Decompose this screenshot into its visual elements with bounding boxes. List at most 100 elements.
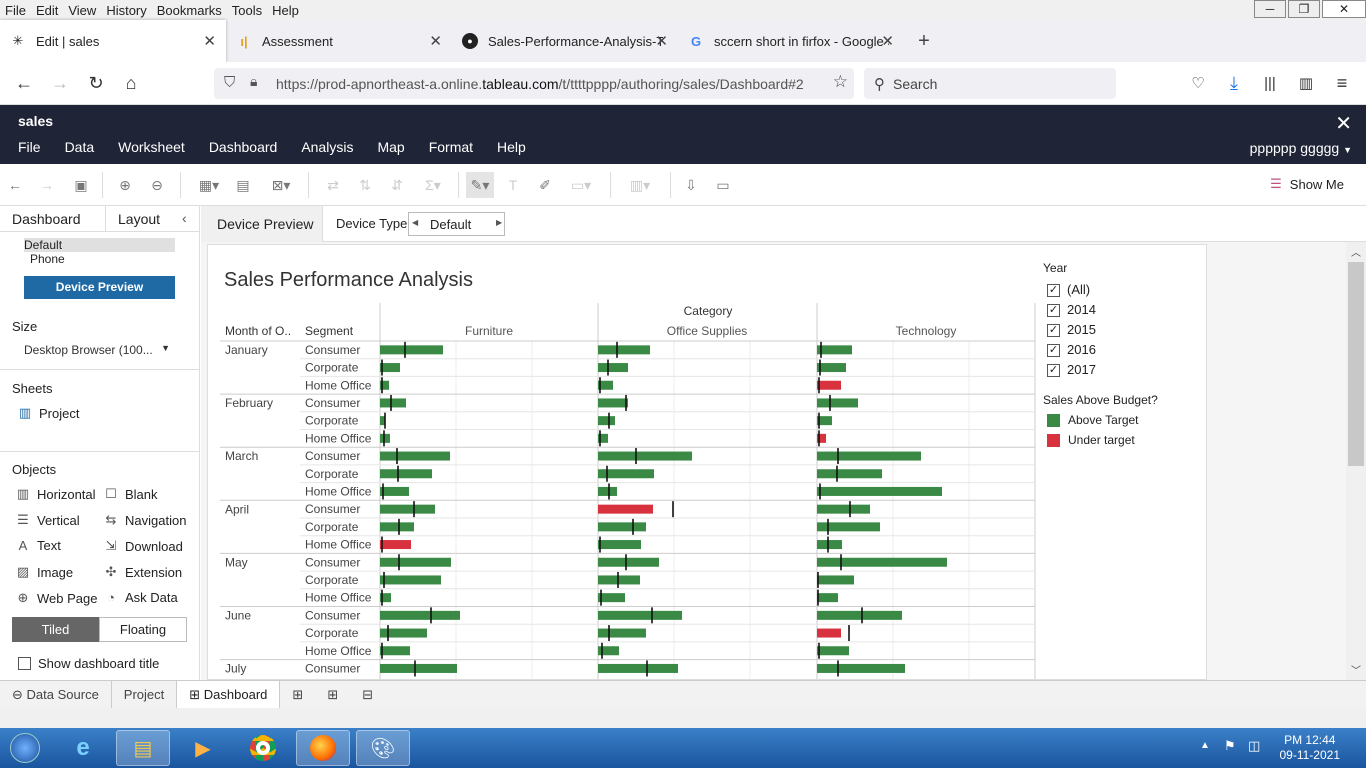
presentation-icon[interactable]: ▭ (712, 176, 734, 194)
sort-desc-icon[interactable]: ⇵ (388, 176, 406, 194)
year-option-2017[interactable]: ✓ 2017 (1047, 360, 1096, 380)
minimize-icon[interactable]: ─ (1254, 0, 1286, 18)
window-close-icon[interactable]: ✕ (1322, 0, 1366, 18)
object-askdata[interactable]: ◔ Ask Data (104, 590, 178, 605)
menu-help[interactable]: Help (267, 3, 304, 18)
tab-layout-pane[interactable]: Layout (118, 206, 160, 232)
scroll-up-icon[interactable]: ︿ (1351, 244, 1361, 259)
device-type-select[interactable]: ◀ Default ▶ (408, 212, 505, 236)
tab-edit-sales[interactable]: ✳ Edit | sales ✕ (0, 20, 226, 62)
app-menu-worksheet[interactable]: Worksheet (118, 139, 185, 155)
object-navigation[interactable]: ⇆ Navigation (104, 512, 187, 528)
tiled-button[interactable]: Tiled (12, 617, 99, 642)
close-tab-icon[interactable]: ✕ (203, 32, 216, 50)
tab-google[interactable]: G sccern short in firfox - Google Sc ✕ (678, 20, 904, 62)
device-preview-label[interactable]: Device Preview (217, 216, 313, 232)
internet-explorer-icon[interactable]: e (56, 730, 110, 766)
app-menu-data[interactable]: Data (65, 139, 95, 155)
next-device-icon[interactable]: ▶ (496, 218, 502, 227)
device-phone[interactable]: Phone (30, 252, 65, 266)
object-webpage[interactable]: ⊕ Web Page (16, 590, 98, 606)
download-toolbar-icon[interactable]: ⇩ (682, 176, 700, 194)
workbook-name[interactable]: sales (18, 113, 53, 129)
scroll-down-icon[interactable]: ﹀ (1351, 662, 1361, 677)
media-player-icon[interactable]: ▶ (176, 730, 230, 766)
chart-icon[interactable]: ▥▾ (624, 176, 656, 194)
menu-file[interactable]: File (0, 3, 31, 18)
scroll-thumb[interactable] (1348, 262, 1364, 466)
app-menu-map[interactable]: Map (377, 139, 404, 155)
app-menu-dashboard[interactable]: Dashboard (209, 139, 278, 155)
firefox-icon[interactable] (296, 730, 350, 766)
object-vertical[interactable]: ☰ Vertical (16, 512, 79, 528)
fit-icon[interactable]: ▭▾ (566, 176, 596, 194)
format-icon[interactable]: ✐ (536, 176, 554, 194)
collapse-pane-icon[interactable]: ‹ (182, 210, 187, 226)
volume-icon[interactable]: ◫ (1248, 738, 1260, 754)
device-preview-button[interactable]: Device Preview (24, 276, 175, 299)
lock-icon[interactable]: 🔒︎ (250, 73, 257, 90)
reload-icon[interactable]: ↻ (82, 70, 110, 96)
user-menu[interactable]: pppppp ggggg ▼ (1250, 140, 1352, 156)
device-default[interactable]: Default (24, 238, 175, 252)
label-icon[interactable]: T (504, 176, 522, 194)
redo-icon[interactable]: → (38, 176, 56, 194)
menu-edit[interactable]: Edit (31, 3, 63, 18)
search-input[interactable]: ⚲ Search (864, 68, 1116, 99)
menu-tools[interactable]: Tools (227, 3, 267, 18)
url-bar[interactable]: ⛉ 🔒︎ https://prod-apnortheast-a.online.t… (214, 68, 854, 99)
vertical-scrollbar[interactable]: ︿ ﹀ (1346, 242, 1366, 680)
bookmark-star-icon[interactable]: ☆ (833, 72, 848, 92)
library-icon[interactable]: ||| (1256, 70, 1284, 96)
network-icon[interactable]: ⚑ (1224, 738, 1236, 754)
back-icon[interactable]: ← (10, 70, 38, 96)
forward-icon[interactable]: → (46, 70, 74, 96)
sort-asc-icon[interactable]: ⇅ (356, 176, 374, 194)
download-icon[interactable]: ⤓ (1220, 70, 1248, 96)
close-tab-icon[interactable]: ✕ (429, 32, 442, 50)
tab-github[interactable]: ● Sales-Performance-Analysis-Tal ✕ (452, 20, 678, 62)
object-extension[interactable]: ✣ Extension (104, 564, 183, 580)
save-icon[interactable]: ▣ (72, 176, 90, 194)
new-tab-icon[interactable]: + (904, 20, 944, 62)
show-me-button[interactable]: ☰ Show Me (1270, 176, 1344, 192)
size-dropdown[interactable]: Desktop Browser (100... ▼ (24, 343, 174, 357)
close-editor-icon[interactable]: ✕ (1335, 111, 1352, 136)
sheet-project[interactable]: ▥ Project (18, 405, 80, 421)
legend-above[interactable]: Above Target (1047, 413, 1139, 427)
menu-view[interactable]: View (63, 3, 101, 18)
paint-icon[interactable]: 🎨︎ (356, 730, 410, 766)
new-datasource-icon[interactable]: ⊕ (116, 176, 134, 194)
app-menu-file[interactable]: File (18, 139, 41, 155)
year-option-all[interactable]: ✓ (All) (1047, 280, 1096, 300)
new-story-tab-icon[interactable]: ⊟ (350, 681, 385, 709)
tray-up-icon[interactable]: ▲ (1200, 740, 1210, 751)
year-option-2015[interactable]: ✓ 2015 (1047, 320, 1096, 340)
menu-bookmarks[interactable]: Bookmarks (152, 3, 227, 18)
app-menu-analysis[interactable]: Analysis (301, 139, 353, 155)
object-text[interactable]: A Text (16, 538, 61, 553)
tab-dashboard-pane[interactable]: Dashboard (0, 206, 106, 232)
legend-under[interactable]: Under target (1047, 433, 1135, 447)
system-clock[interactable]: PM 12:44 09-11-2021 (1280, 733, 1341, 763)
year-option-2014[interactable]: ✓ 2014 (1047, 300, 1096, 320)
object-horizontal[interactable]: ▥ Horizontal (16, 486, 96, 502)
object-download[interactable]: ⇲ Download (104, 538, 183, 554)
chrome-icon[interactable] (236, 730, 290, 766)
file-explorer-icon[interactable]: ▤ (116, 730, 170, 766)
close-tab-icon[interactable]: ✕ (655, 32, 668, 50)
new-worksheet-tab-icon[interactable]: ⊞ (280, 681, 315, 709)
duplicate-icon[interactable]: ▤ (234, 176, 252, 194)
hamburger-menu-icon[interactable]: ≡ (1328, 70, 1356, 96)
shield-icon[interactable]: ⛉ (224, 74, 235, 91)
swap-icon[interactable]: ⇄ (324, 176, 342, 194)
home-icon[interactable]: ⌂ (117, 70, 145, 96)
tab-data-source[interactable]: ⊖ Data Source (0, 681, 111, 709)
prev-device-icon[interactable]: ◀ (412, 218, 418, 227)
tab-dashboard[interactable]: ⊞ Dashboard (176, 680, 281, 709)
floating-button[interactable]: Floating (99, 617, 187, 642)
highlight-icon[interactable]: ✎▾ (466, 172, 494, 198)
app-menu-help[interactable]: Help (497, 139, 526, 155)
undo-icon[interactable]: ← (6, 176, 24, 194)
new-worksheet-icon[interactable]: ▦▾ (196, 176, 222, 194)
